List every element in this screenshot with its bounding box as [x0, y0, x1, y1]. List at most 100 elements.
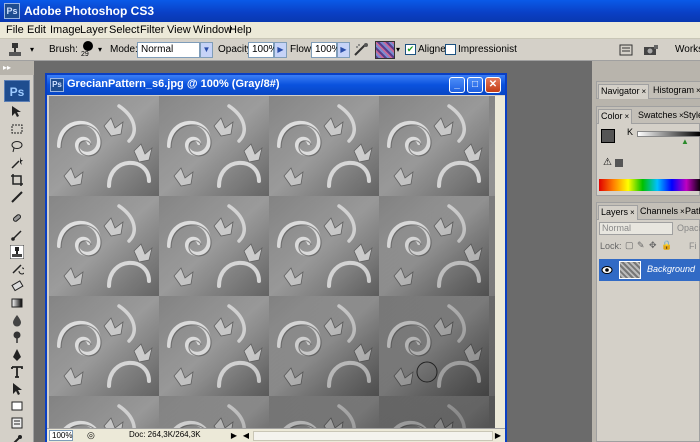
document-titlebar[interactable]: Ps GrecianPattern_s6.jpg @ 100% (Gray/8#… [47, 75, 505, 95]
tab-color[interactable]: Color × [598, 109, 633, 124]
tab-styles[interactable]: Style [681, 109, 700, 124]
menu-select[interactable]: Select [109, 24, 140, 36]
grecian-pattern-image [49, 96, 495, 428]
opacity-slider-arrow-icon[interactable]: ▶ [274, 42, 287, 58]
foreground-color-swatch[interactable] [601, 129, 615, 143]
palette-well-icon[interactable] [617, 42, 635, 58]
lock-position-icon[interactable]: ✥ [649, 240, 657, 251]
aligned-checkbox[interactable]: ✔ [405, 44, 416, 55]
close-tab-icon[interactable]: × [642, 87, 647, 96]
menu-file[interactable]: File [6, 24, 24, 36]
menu-bar: File Edit Image Layer Select Filter View… [0, 22, 700, 39]
photoshop-logo-icon: Ps [4, 3, 20, 19]
pen-tool-icon[interactable] [10, 348, 24, 362]
layer-visibility-eye-icon[interactable] [601, 265, 613, 275]
document-size-info: Doc: 264,3K/264,3K [129, 430, 201, 439]
close-tab-icon[interactable]: × [696, 86, 700, 95]
mode-dropdown-arrow-icon[interactable]: ▼ [200, 42, 213, 58]
lasso-tool-icon[interactable] [10, 139, 24, 153]
color-tabs: Color× Swatches× Style [597, 107, 700, 124]
tab-histogram-label: Histogram [653, 85, 695, 95]
move-tool-icon[interactable] [10, 105, 24, 119]
color-ramp[interactable] [599, 179, 700, 191]
type-tool-icon[interactable] [10, 365, 24, 379]
photoshop-badge-icon[interactable]: Ps [4, 80, 30, 102]
menu-layer[interactable]: Layer [80, 24, 108, 36]
clone-stamp-tool-icon[interactable] [6, 42, 24, 58]
impressionist-checkbox[interactable] [445, 44, 456, 55]
mode-select[interactable]: Normal [137, 42, 200, 58]
path-selection-tool-icon[interactable] [10, 382, 24, 396]
dodge-tool-icon[interactable] [10, 330, 24, 344]
zoom-level-input[interactable]: 100% [49, 430, 73, 441]
menu-view[interactable]: View [167, 24, 191, 36]
minimize-button[interactable]: _ [449, 77, 465, 93]
workspace-button[interactable]: Worksp [675, 44, 700, 55]
tab-layers[interactable]: Layers × [598, 205, 638, 220]
healing-brush-tool-icon[interactable] [10, 211, 24, 225]
brush-tool-icon[interactable] [10, 228, 24, 242]
tab-swatches[interactable]: Swatches × [636, 109, 686, 124]
eraser-tool-icon[interactable] [10, 279, 24, 293]
magic-wand-tool-icon[interactable] [10, 156, 24, 170]
crop-tool-icon[interactable] [10, 173, 24, 187]
close-button[interactable]: ✕ [485, 77, 501, 93]
tab-navigator-label: Navigator [601, 86, 640, 96]
tab-channels[interactable]: Channels × [638, 205, 687, 220]
notes-tool-icon[interactable] [10, 416, 24, 430]
flow-input[interactable]: 100% [311, 42, 341, 58]
tab-histogram[interactable]: Histogram × [651, 84, 700, 99]
web-safe-color-swatch[interactable] [615, 159, 623, 167]
eyedropper-tool-icon[interactable] [10, 433, 24, 442]
blend-mode-select[interactable]: Normal [599, 222, 673, 235]
menu-window[interactable]: Window [193, 24, 232, 36]
menu-image[interactable]: Image [50, 24, 81, 36]
scroll-left-arrow-icon[interactable]: ◀ [241, 430, 251, 441]
maximize-button[interactable]: □ [467, 77, 483, 93]
marquee-tool-icon[interactable] [10, 122, 24, 136]
slice-tool-icon[interactable] [10, 190, 24, 204]
document-status-bar: 100% ◎ Doc: 264,3K/264,3K ▶ ◀ ▶ [47, 428, 505, 442]
brush-preset-picker[interactable]: 29 [80, 41, 96, 58]
pattern-picker[interactable] [375, 41, 395, 59]
pattern-dropdown-chevron-icon[interactable]: ▾ [396, 45, 400, 54]
clone-stamp-tool-selected-icon[interactable] [10, 245, 24, 259]
image-canvas[interactable] [49, 96, 495, 428]
status-expand-arrow-icon[interactable]: ▶ [229, 430, 239, 441]
menu-filter[interactable]: Filter [140, 24, 164, 36]
history-brush-tool-icon[interactable] [10, 262, 24, 276]
toolbox-grip[interactable]: ▸▸ [0, 61, 34, 75]
close-tab-icon[interactable]: × [625, 112, 630, 121]
color-channel-label: K [627, 127, 634, 137]
brush-dropdown-chevron-icon[interactable]: ▾ [98, 45, 102, 54]
tab-paths[interactable]: Path [683, 205, 700, 220]
menu-help[interactable]: Help [229, 24, 252, 36]
gradient-tool-icon[interactable] [10, 296, 24, 310]
scroll-right-arrow-icon[interactable]: ▶ [493, 430, 503, 441]
document-window[interactable]: Ps GrecianPattern_s6.jpg @ 100% (Gray/8#… [45, 73, 507, 442]
slider-thumb-icon[interactable]: ▲ [681, 137, 689, 146]
blur-tool-icon[interactable] [10, 313, 24, 327]
tab-navigator[interactable]: Navigator × [598, 84, 650, 99]
lock-all-icon[interactable]: 🔒 [661, 240, 672, 251]
layer-row-background[interactable]: Background [599, 259, 700, 281]
vertical-scrollbar[interactable] [495, 96, 505, 428]
rectangle-tool-icon[interactable] [10, 399, 24, 413]
gamut-warning-icon[interactable]: ⚠ [603, 157, 612, 168]
airbrush-icon[interactable] [352, 42, 370, 58]
status-menu-icon[interactable]: ◎ [87, 430, 95, 441]
close-tab-icon[interactable]: × [630, 208, 635, 217]
layers-tabs: Layers× Channels× Path [597, 203, 700, 220]
lock-pixels-icon[interactable]: ✎ [637, 240, 645, 251]
tool-preset-chevron-icon[interactable]: ▾ [30, 45, 34, 54]
menu-edit[interactable]: Edit [27, 24, 46, 36]
file-browser-icon[interactable] [642, 42, 660, 58]
lock-transparency-icon[interactable]: ▢ [625, 240, 634, 251]
document-ps-icon: Ps [50, 78, 64, 92]
opacity-input[interactable]: 100% [248, 42, 278, 58]
navigator-tabs: Navigator × Histogram × [597, 82, 700, 99]
horizontal-scrollbar[interactable] [253, 431, 493, 441]
color-slider[interactable] [637, 131, 700, 137]
flow-slider-arrow-icon[interactable]: ▶ [337, 42, 350, 58]
app-titlebar[interactable]: Ps Adobe Photoshop CS3 [0, 0, 700, 22]
